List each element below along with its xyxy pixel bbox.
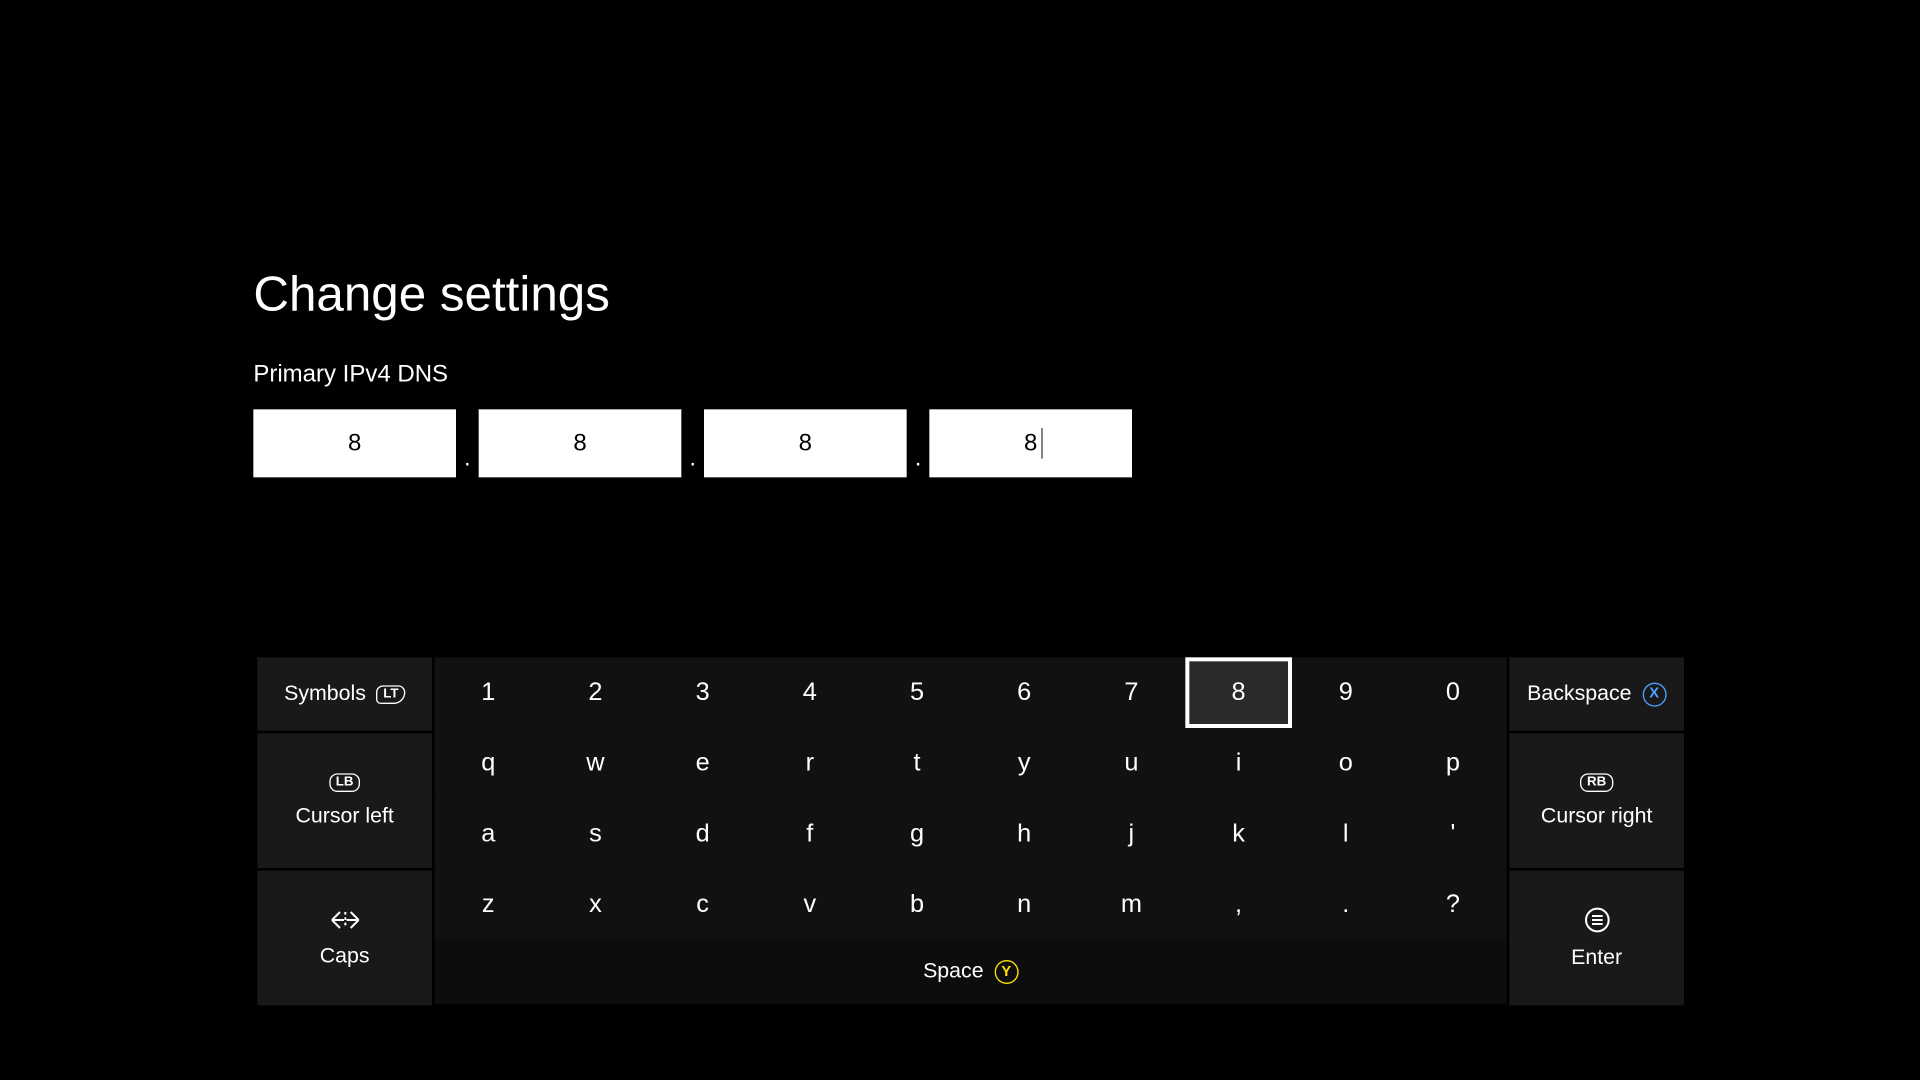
page-title: Change settings xyxy=(253,267,610,323)
key-h[interactable]: h xyxy=(971,799,1078,870)
key-s[interactable]: s xyxy=(542,799,649,870)
key-0[interactable]: 0 xyxy=(1399,657,1506,728)
key-3[interactable]: 3 xyxy=(649,657,756,728)
key-period[interactable]: . xyxy=(1292,869,1399,940)
key-g[interactable]: g xyxy=(863,799,970,870)
key-m[interactable]: m xyxy=(1078,869,1185,940)
key-1[interactable]: 1 xyxy=(435,657,542,728)
key-c[interactable]: c xyxy=(649,869,756,940)
ip-input-row: 8 . 8 . 8 . 8 xyxy=(253,409,1132,477)
caps-button[interactable]: Caps xyxy=(257,871,432,1006)
ip-dot: . xyxy=(907,444,930,477)
key-row-3: z x c v b n m , . ? xyxy=(435,869,1507,940)
caps-label: Caps xyxy=(320,945,370,969)
lt-bumper-icon: LT xyxy=(377,685,406,704)
key-7[interactable]: 7 xyxy=(1078,657,1185,728)
key-f[interactable]: f xyxy=(756,799,863,870)
key-row-0: 1 2 3 4 5 6 7 8 9 0 xyxy=(435,657,1507,728)
cursor-left-label: Cursor left xyxy=(295,805,393,829)
ip-octet-4[interactable]: 8 xyxy=(929,409,1132,477)
rb-bumper-icon: RB xyxy=(1580,773,1613,792)
backspace-button[interactable]: Backspace X xyxy=(1509,657,1684,730)
key-b[interactable]: b xyxy=(863,869,970,940)
key-question[interactable]: ? xyxy=(1399,869,1506,940)
key-n[interactable]: n xyxy=(971,869,1078,940)
keyboard-right-column: Backspace X RB Cursor right Enter xyxy=(1509,657,1684,1005)
menu-icon xyxy=(1583,906,1610,933)
key-a[interactable]: a xyxy=(435,799,542,870)
enter-label: Enter xyxy=(1571,946,1622,970)
key-2[interactable]: 2 xyxy=(542,657,649,728)
ip-octet-3[interactable]: 8 xyxy=(704,409,907,477)
ip-octet-1[interactable]: 8 xyxy=(253,409,456,477)
cursor-right-label: Cursor right xyxy=(1541,805,1652,829)
x-button-icon: X xyxy=(1642,682,1666,706)
space-label: Space xyxy=(923,960,983,984)
key-comma[interactable]: , xyxy=(1185,869,1292,940)
key-e[interactable]: e xyxy=(649,728,756,799)
key-row-2: a s d f g h j k l ' xyxy=(435,799,1507,870)
keyboard-left-column: Symbols LT LB Cursor left Caps xyxy=(257,657,432,1005)
key-row-1: q w e r t y u i o p xyxy=(435,728,1507,799)
ip-dot: . xyxy=(456,444,479,477)
field-label: Primary IPv4 DNS xyxy=(253,360,448,388)
key-6[interactable]: 6 xyxy=(971,657,1078,728)
key-l[interactable]: l xyxy=(1292,799,1399,870)
symbols-label: Symbols xyxy=(284,682,366,706)
symbols-button[interactable]: Symbols LT xyxy=(257,657,432,730)
lb-bumper-icon: LB xyxy=(329,773,360,792)
key-8[interactable]: 8 xyxy=(1185,657,1292,728)
key-p[interactable]: p xyxy=(1399,728,1506,799)
key-v[interactable]: v xyxy=(756,869,863,940)
enter-button[interactable]: Enter xyxy=(1509,871,1684,1006)
y-button-icon: Y xyxy=(994,960,1018,984)
key-o[interactable]: o xyxy=(1292,728,1399,799)
key-d[interactable]: d xyxy=(649,799,756,870)
key-y[interactable]: y xyxy=(971,728,1078,799)
space-button[interactable]: Space Y xyxy=(435,940,1507,1004)
cursor-left-button[interactable]: LB Cursor left xyxy=(257,733,432,868)
keyboard-grid: 1 2 3 4 5 6 7 8 9 0 q w e r t y u i o xyxy=(435,657,1507,1005)
cursor-right-button[interactable]: RB Cursor right xyxy=(1509,733,1684,868)
ip-dot: . xyxy=(681,444,704,477)
key-4[interactable]: 4 xyxy=(756,657,863,728)
on-screen-keyboard: Symbols LT LB Cursor left Caps xyxy=(257,657,1684,1005)
key-j[interactable]: j xyxy=(1078,799,1185,870)
caps-icon xyxy=(327,907,362,931)
ip-octet-2[interactable]: 8 xyxy=(479,409,682,477)
key-w[interactable]: w xyxy=(542,728,649,799)
key-i[interactable]: i xyxy=(1185,728,1292,799)
key-u[interactable]: u xyxy=(1078,728,1185,799)
key-5[interactable]: 5 xyxy=(863,657,970,728)
key-apostrophe[interactable]: ' xyxy=(1399,799,1506,870)
key-r[interactable]: r xyxy=(756,728,863,799)
key-q[interactable]: q xyxy=(435,728,542,799)
backspace-label: Backspace xyxy=(1527,682,1631,706)
key-k[interactable]: k xyxy=(1185,799,1292,870)
key-t[interactable]: t xyxy=(863,728,970,799)
key-x[interactable]: x xyxy=(542,869,649,940)
key-9[interactable]: 9 xyxy=(1292,657,1399,728)
key-z[interactable]: z xyxy=(435,869,542,940)
